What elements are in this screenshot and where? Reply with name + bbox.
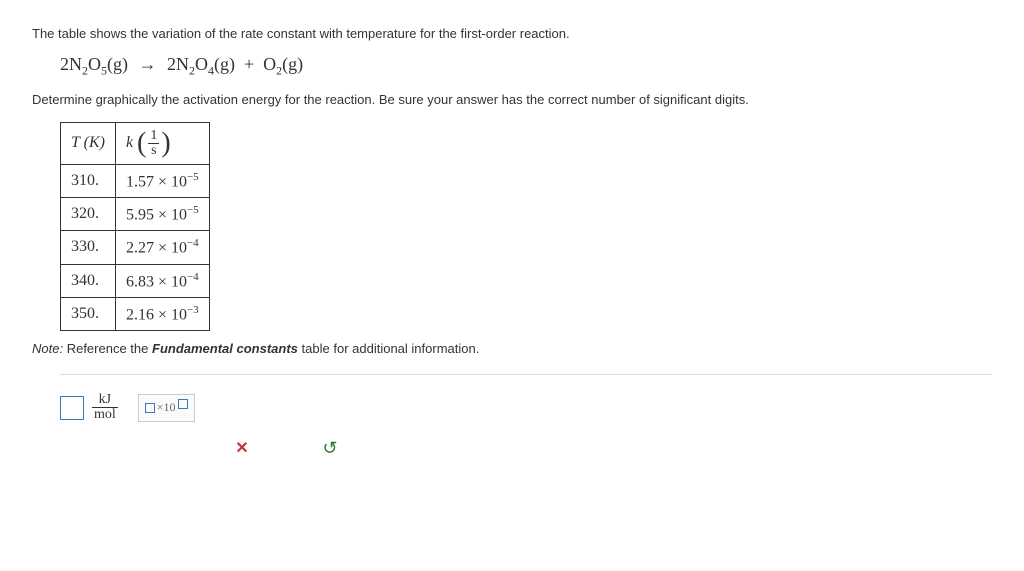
answer-unit: kJ mol	[92, 393, 118, 422]
table-row: 320. 5.95 × 10−5	[61, 197, 210, 230]
placeholder-exponent-icon	[178, 399, 188, 409]
header-rate-constant: k (1s)	[115, 122, 209, 164]
answer-value-group: kJ mol	[60, 393, 120, 422]
instruction-text: Determine graphically the activation ene…	[32, 90, 992, 110]
answer-input[interactable]	[60, 396, 84, 420]
rate-constant-table: T (K) k (1s) 310. 1.57 × 10−5 320. 5.95 …	[60, 122, 210, 332]
reset-button[interactable]: ↺	[316, 436, 344, 460]
reset-icon: ↺	[322, 438, 337, 459]
answer-area: kJ mol ×10 ✕ ↺	[60, 374, 992, 460]
table-row: 330. 2.27 × 10−4	[61, 231, 210, 264]
table-row: 310. 1.57 × 10−5	[61, 164, 210, 197]
header-temperature: T (K)	[61, 122, 116, 164]
placeholder-icon	[145, 403, 155, 413]
clear-button[interactable]: ✕	[228, 436, 256, 460]
table-row: 340. 6.83 × 10−4	[61, 264, 210, 297]
note-text: Note: Reference the Fundamental constant…	[32, 341, 992, 356]
reaction-equation: 2N2O5(g) → 2N2O4(g) + O2(g)	[60, 54, 992, 79]
table-row: 350. 2.16 × 10−3	[61, 297, 210, 330]
sci-label: ×10	[157, 400, 176, 415]
intro-text: The table shows the variation of the rat…	[32, 24, 992, 44]
scientific-notation-button[interactable]: ×10	[138, 394, 195, 422]
close-icon: ✕	[235, 438, 248, 458]
